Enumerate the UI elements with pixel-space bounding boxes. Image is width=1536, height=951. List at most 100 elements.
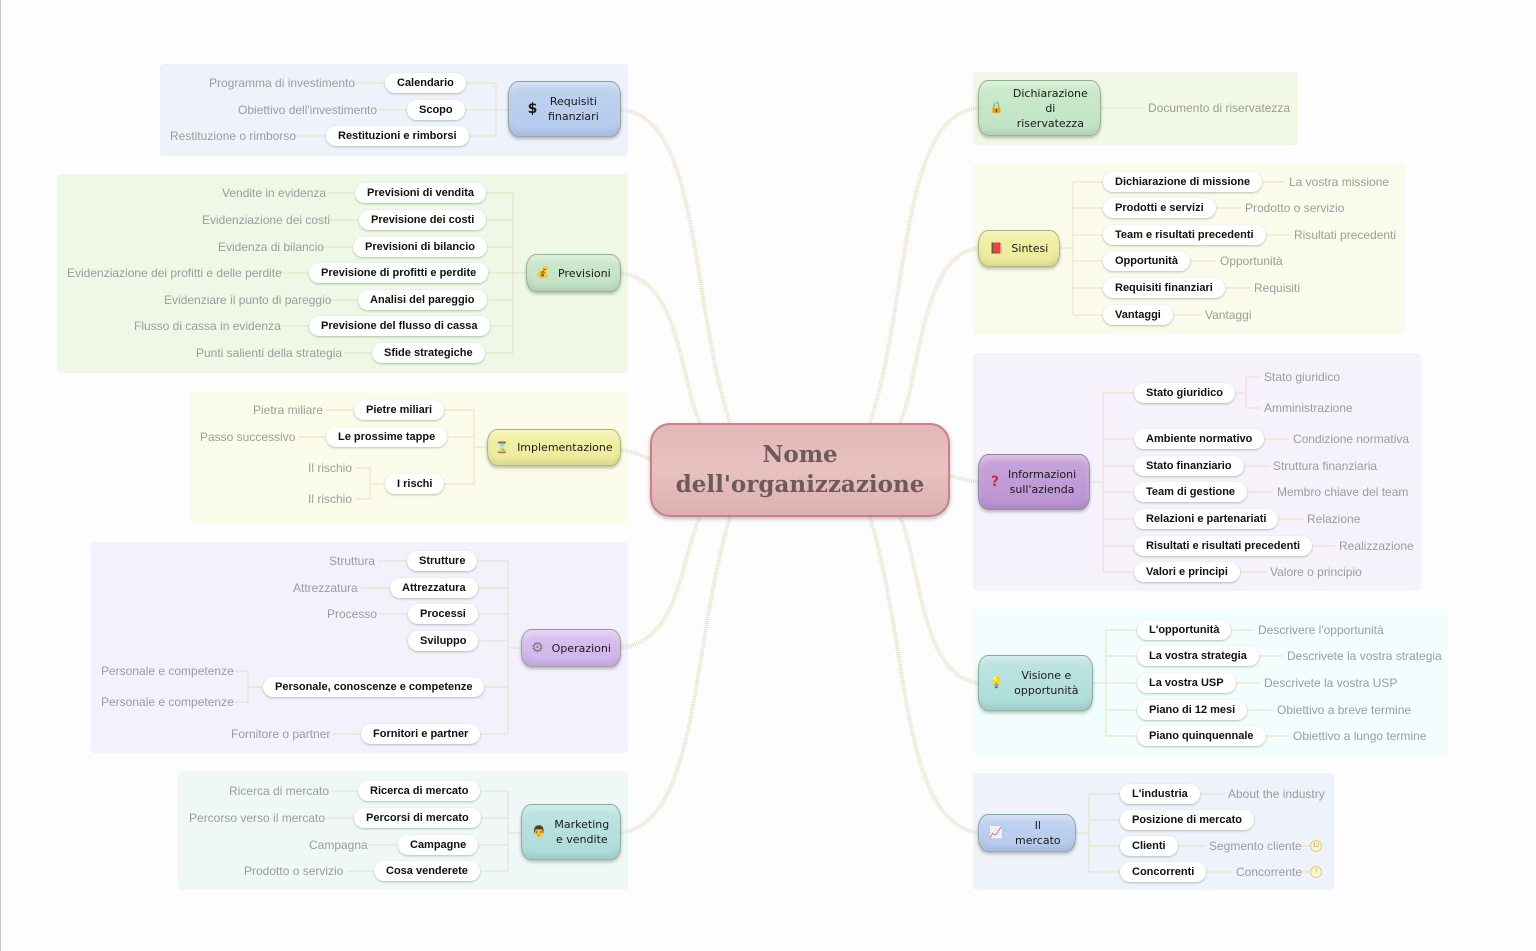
topic-restituzioni[interactable]: Restituzioni e rimborsi	[326, 126, 469, 146]
subtopic[interactable]: Descrivete la vostra USP	[1264, 676, 1397, 690]
topic[interactable]: Ambiente normativo	[1134, 429, 1265, 449]
subtopic[interactable]: Ricerca di mercato	[229, 784, 329, 798]
topic[interactable]: Attrezzatura	[390, 578, 478, 598]
subtopic[interactable]: Campagna	[309, 838, 368, 852]
subtopic[interactable]: Vendite in evidenza	[222, 186, 326, 200]
topic[interactable]: Stato giuridico	[1134, 383, 1235, 403]
subtopic[interactable]: Attrezzatura	[293, 581, 358, 595]
branch-previsioni[interactable]: 💰 Previsioni	[526, 254, 621, 292]
subtopic[interactable]: About the industry	[1228, 787, 1325, 801]
topic[interactable]: Vantaggi	[1103, 305, 1173, 325]
subtopic[interactable]: Prodotto o servizio	[244, 864, 343, 878]
branch-visione[interactable]: 💡 Visione e opportunità	[978, 655, 1093, 711]
topic[interactable]: Personale, conoscenze e competenze	[263, 677, 485, 697]
central-topic[interactable]: Nome dell'organizzazione	[650, 423, 950, 517]
branch-riservatezza[interactable]: 🔒 Dichiarazione di riservatezza	[978, 80, 1101, 136]
subtopic[interactable]: Vantaggi	[1205, 308, 1251, 322]
topic[interactable]: Team e risultati precedenti	[1103, 225, 1266, 245]
subtopic[interactable]: Concorrente	[1236, 865, 1302, 879]
topic[interactable]: Fornitori e partner	[361, 724, 481, 744]
collapsed-count-badge[interactable]: 7	[1310, 866, 1322, 878]
subtopic[interactable]: Fornitore o partner	[231, 727, 330, 741]
subtopic[interactable]: Segmento cliente	[1209, 839, 1302, 853]
subtopic[interactable]: Requisiti	[1254, 281, 1300, 295]
subtopic[interactable]: Struttura finanziaria	[1273, 459, 1377, 473]
topic[interactable]: Previsione di profitti e perdite	[309, 263, 489, 283]
branch-marketing-vendite[interactable]: 👨 Marketing e vendite	[521, 804, 621, 860]
subtopic[interactable]: Percorso verso il mercato	[189, 811, 325, 825]
collapsed-count-badge[interactable]: 12	[1310, 840, 1322, 852]
topic[interactable]: La vostra USP	[1137, 673, 1236, 693]
subtopic[interactable]: Passo successivo	[200, 430, 295, 444]
topic[interactable]: Campagne	[398, 835, 479, 855]
subtopic[interactable]: Personale e competenze	[101, 664, 234, 678]
subtopic[interactable]: Flusso di cassa in evidenza	[134, 319, 281, 333]
topic[interactable]: Sfide strategiche	[372, 343, 485, 363]
topic[interactable]: Risultati e risultati precedenti	[1134, 536, 1313, 556]
topic[interactable]: Posizione di mercato	[1120, 810, 1255, 830]
topic[interactable]: Dichiarazione di missione	[1103, 172, 1263, 192]
topic[interactable]: Percorsi di mercato	[354, 808, 481, 828]
subtopic[interactable]: Evidenziare il punto di pareggio	[164, 293, 331, 307]
topic[interactable]: Prodotti e servizi	[1103, 198, 1216, 218]
branch-sintesi[interactable]: 📕 Sintesi	[978, 230, 1060, 267]
topic[interactable]: Previsione dei costi	[359, 210, 487, 230]
topic[interactable]: Processi	[408, 604, 478, 624]
subtopic[interactable]: Obiettivo a lungo termine	[1293, 729, 1426, 743]
branch-mercato[interactable]: 📈 Il mercato	[978, 814, 1076, 852]
topic[interactable]: I rischi	[385, 474, 445, 494]
subtopic[interactable]: Descrivete la vostra strategia	[1287, 649, 1442, 663]
topic[interactable]: Le prossime tappe	[326, 427, 448, 447]
topic[interactable]: L'opportunità	[1137, 620, 1232, 640]
subtopic[interactable]: Restituzione o rimborso	[170, 129, 296, 143]
subtopic[interactable]: Documento di riservatezza	[1148, 101, 1290, 115]
subtopic[interactable]: Processo	[327, 607, 377, 621]
topic[interactable]: Piano di 12 mesi	[1137, 700, 1248, 720]
topic[interactable]: Pietre miliari	[354, 400, 445, 420]
subtopic[interactable]: Programma di investimento	[209, 76, 355, 90]
subtopic[interactable]: Descrivere l'opportunità	[1258, 623, 1384, 637]
subtopic[interactable]: Relazione	[1307, 512, 1360, 526]
subtopic[interactable]: Condizione normativa	[1293, 432, 1409, 446]
subtopic[interactable]: Punti salienti della strategia	[196, 346, 342, 360]
subtopic[interactable]: Personale e competenze	[101, 695, 234, 709]
topic[interactable]: Valori e principi	[1134, 562, 1240, 582]
topic[interactable]: Previsioni di bilancio	[353, 237, 488, 257]
subtopic[interactable]: Prodotto o servizio	[1245, 201, 1344, 215]
branch-informazioni[interactable]: ? Informazioni sull'azienda	[978, 454, 1090, 510]
topic[interactable]: Stato finanziario	[1134, 456, 1244, 476]
topic[interactable]: Ricerca di mercato	[358, 781, 481, 801]
topic[interactable]: Previsione del flusso di cassa	[309, 316, 490, 336]
topic[interactable]: Requisiti finanziari	[1103, 278, 1225, 298]
subtopic[interactable]: Evidenza di bilancio	[218, 240, 324, 254]
topic[interactable]: Relazioni e partenariati	[1134, 509, 1279, 529]
topic[interactable]: L'industria	[1120, 784, 1200, 804]
topic-scopo[interactable]: Scopo	[407, 100, 465, 120]
topic[interactable]: Team di gestione	[1134, 482, 1248, 502]
subtopic[interactable]: Valore o principio	[1270, 565, 1362, 579]
topic[interactable]: Previsioni di vendita	[355, 183, 486, 203]
topic[interactable]: Cosa venderete	[374, 861, 480, 881]
subtopic[interactable]: Obiettivo a breve termine	[1277, 703, 1411, 717]
topic[interactable]: Opportunità	[1103, 251, 1190, 271]
subtopic[interactable]: La vostra missione	[1289, 175, 1389, 189]
topic[interactable]: Analisi del pareggio	[358, 290, 487, 310]
subtopic[interactable]: Realizzazione	[1339, 539, 1414, 553]
topic[interactable]: Piano quinquennale	[1137, 726, 1266, 746]
branch-implementazione[interactable]: ⌛ Implementazione	[487, 429, 621, 466]
topic-calendario[interactable]: Calendario	[385, 73, 466, 93]
subtopic[interactable]: Evidenziazione dei costi	[202, 213, 330, 227]
topic[interactable]: Strutture	[407, 551, 478, 571]
subtopic[interactable]: Risultati precedenti	[1294, 228, 1396, 242]
topic[interactable]: La vostra strategia	[1137, 646, 1259, 666]
subtopic[interactable]: Amministrazione	[1264, 401, 1353, 415]
subtopic[interactable]: Obiettivo dell'investimento	[238, 103, 377, 117]
subtopic[interactable]: Membro chiave del team	[1277, 485, 1408, 499]
subtopic[interactable]: Il rischio	[308, 461, 352, 475]
topic[interactable]: Sviluppo	[408, 631, 479, 651]
topic[interactable]: Concorrenti	[1120, 862, 1207, 882]
topic[interactable]: Clienti	[1120, 836, 1178, 856]
subtopic[interactable]: Opportunità	[1220, 254, 1283, 268]
subtopic[interactable]: Stato giuridico	[1264, 370, 1340, 384]
subtopic[interactable]: Pietra miliare	[253, 403, 323, 417]
